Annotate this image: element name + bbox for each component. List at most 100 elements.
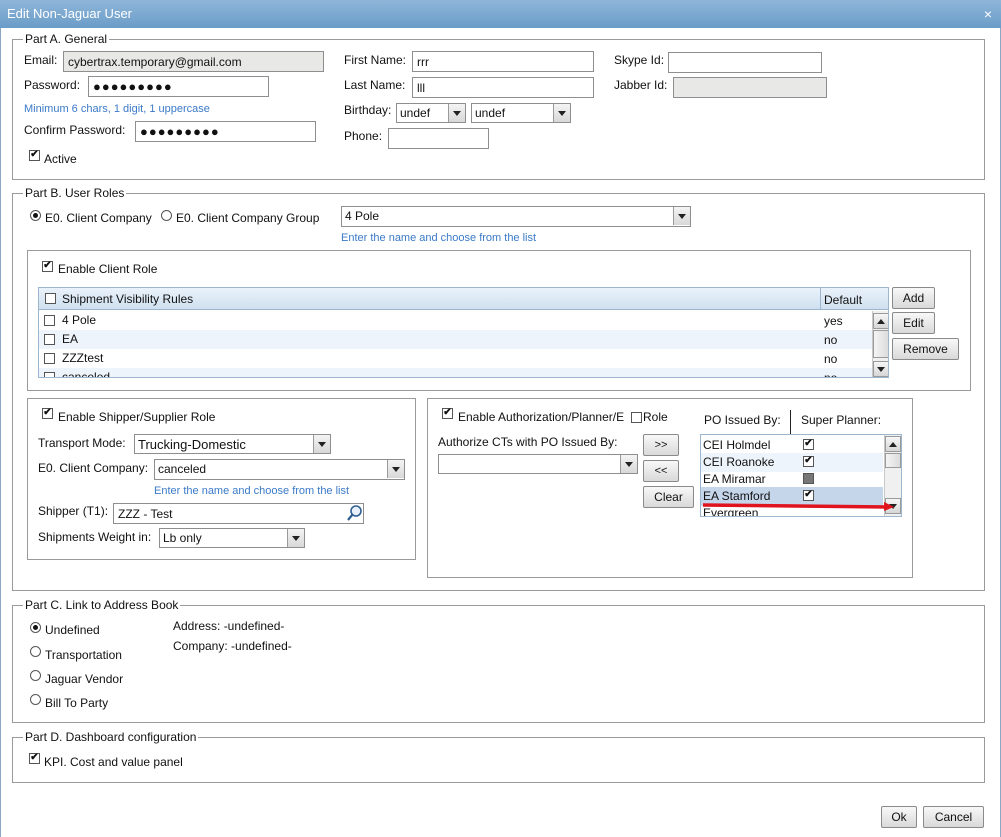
table-row[interactable]: EA no (39, 330, 872, 349)
email-field[interactable]: cybertrax.temporary@gmail.com (63, 51, 324, 72)
super-planner-checkbox[interactable] (803, 473, 814, 484)
grid-column-divider (820, 288, 821, 310)
po-issuer-name: EA Miramar (703, 472, 766, 486)
cancel-button[interactable]: Cancel (923, 806, 984, 828)
enable-auth-role-checkbox[interactable] (442, 408, 453, 419)
address-undefined-radio[interactable] (30, 622, 41, 633)
annotation-underline (702, 502, 894, 511)
client-company-radio[interactable] (30, 210, 41, 221)
table-row[interactable]: 4 Pole yes (39, 311, 872, 330)
row-checkbox[interactable] (44, 315, 55, 326)
ok-button[interactable]: Ok (881, 806, 917, 828)
client-company-group-radio-label: E0. Client Company Group (176, 211, 320, 225)
scroll-up-icon[interactable] (873, 313, 888, 329)
first-name-label: First Name: (344, 53, 407, 67)
search-icon[interactable] (346, 503, 364, 523)
active-checkbox[interactable] (29, 150, 40, 161)
enable-shipper-role-label: Enable Shipper/Supplier Role (58, 410, 216, 424)
row-checkbox[interactable] (44, 372, 55, 377)
col-shipment-visibility-rules: Shipment Visibility Rules (62, 292, 194, 306)
scroll-thumb[interactable] (885, 453, 901, 468)
last-name-label: Last Name: (344, 78, 406, 92)
rule-name: ZZZtest (62, 351, 104, 365)
shipper-t1-field[interactable]: ZZZ - Test (113, 503, 364, 524)
add-rule-button[interactable]: Add (892, 287, 935, 309)
rule-name: 4 Pole (62, 313, 97, 327)
window-titlebar: Edit Non-Jaguar User (0, 0, 1001, 28)
part-c-address-book: Part C. Link to Address Book (12, 598, 985, 723)
window-title: Edit Non-Jaguar User (7, 6, 132, 21)
last-name-field[interactable]: lll (412, 77, 594, 98)
chevron-down-icon (387, 460, 404, 478)
weight-label: Shipments Weight in: (38, 530, 152, 544)
grid-scrollbar[interactable] (872, 311, 888, 377)
birthday-day-select[interactable]: undef (471, 103, 571, 123)
shipper-company-label: E0. Client Company: (38, 461, 149, 475)
email-label: Email: (24, 53, 58, 67)
password-hint: Minimum 6 chars, 1 digit, 1 uppercase (24, 103, 210, 115)
enable-client-role-checkbox[interactable] (42, 261, 53, 272)
chevron-down-icon (673, 207, 690, 225)
po-issuer-name: CEI Roanoke (703, 455, 775, 469)
weight-value: Lb only (163, 531, 202, 545)
password-field[interactable]: ●●●●●●●●● (88, 76, 269, 97)
move-right-button[interactable]: >> (643, 434, 679, 456)
first-name-field[interactable]: rrr (412, 51, 594, 72)
confirm-password-label: Confirm Password: (24, 123, 126, 137)
address-transportation-radio[interactable] (30, 646, 41, 657)
rule-default: no (824, 352, 838, 366)
jabber-field[interactable] (673, 77, 827, 98)
address-option-label: Bill To Party (45, 696, 109, 710)
address-option-label: Jaguar Vendor (45, 672, 124, 686)
address-readout: Address: -undefined- (173, 619, 285, 633)
birthday-month-select[interactable]: undef (396, 103, 466, 123)
transport-mode-select[interactable]: Trucking-Domestic (134, 434, 331, 454)
birthday-day-value: undef (475, 106, 506, 120)
move-left-button[interactable]: << (643, 460, 679, 482)
authorize-cts-select[interactable] (438, 454, 638, 474)
table-row[interactable]: ZZZtest no (39, 349, 872, 368)
super-planner-checkbox[interactable] (803, 439, 814, 450)
skype-field[interactable] (668, 52, 822, 73)
transport-mode-label: Transport Mode: (38, 436, 126, 450)
enable-auth-role-label-tail: Role (643, 410, 668, 424)
overlapping-checkbox[interactable] (631, 412, 642, 423)
client-company-radio-label: E0. Client Company (45, 211, 152, 225)
skype-label: Skype Id: (614, 53, 665, 67)
close-icon[interactable]: × (981, 7, 995, 21)
edit-rule-button[interactable]: Edit (892, 312, 935, 334)
rule-default: no (824, 371, 838, 378)
company-readout: Company: -undefined- (173, 639, 292, 653)
scroll-down-icon[interactable] (873, 361, 888, 377)
address-jaguar-vendor-radio[interactable] (30, 670, 41, 681)
weight-select[interactable]: Lb only (159, 528, 305, 548)
chevron-down-icon (287, 529, 304, 547)
transport-mode-value: Trucking-Domestic (138, 437, 246, 452)
po-issuer-name: CEI Holmdel (703, 438, 771, 452)
scroll-thumb[interactable] (873, 330, 888, 358)
jabber-label: Jabber Id: (614, 78, 668, 92)
row-checkbox[interactable] (44, 334, 55, 345)
birthday-month-value: undef (400, 106, 431, 120)
enable-shipper-role-checkbox[interactable] (42, 408, 53, 419)
clear-button[interactable]: Clear (643, 486, 694, 508)
shipper-company-select[interactable]: canceled (154, 459, 405, 480)
client-company-select[interactable]: 4 Pole (341, 206, 691, 227)
shipper-company-value: canceled (158, 462, 207, 476)
select-all-checkbox[interactable] (45, 293, 56, 304)
part-c-legend: Part C. Link to Address Book (25, 598, 179, 612)
super-planner-checkbox[interactable] (803, 456, 814, 467)
address-bill-to-party-radio[interactable] (30, 694, 41, 705)
part-b-legend: Part B. User Roles (25, 186, 125, 200)
confirm-password-field[interactable]: ●●●●●●●●● (135, 121, 316, 142)
authorize-cts-label: Authorize CTs with PO Issued By: (438, 435, 618, 449)
address-option-label: Transportation (45, 648, 122, 662)
row-checkbox[interactable] (44, 353, 55, 364)
client-company-group-radio[interactable] (161, 210, 172, 221)
scroll-up-icon[interactable] (885, 436, 901, 452)
phone-field[interactable] (388, 128, 489, 149)
table-row[interactable]: canceled no (39, 368, 872, 378)
kpi-panel-checkbox[interactable] (29, 753, 40, 764)
remove-rule-button[interactable]: Remove (892, 338, 959, 360)
part-d-legend: Part D. Dashboard configuration (25, 730, 197, 744)
